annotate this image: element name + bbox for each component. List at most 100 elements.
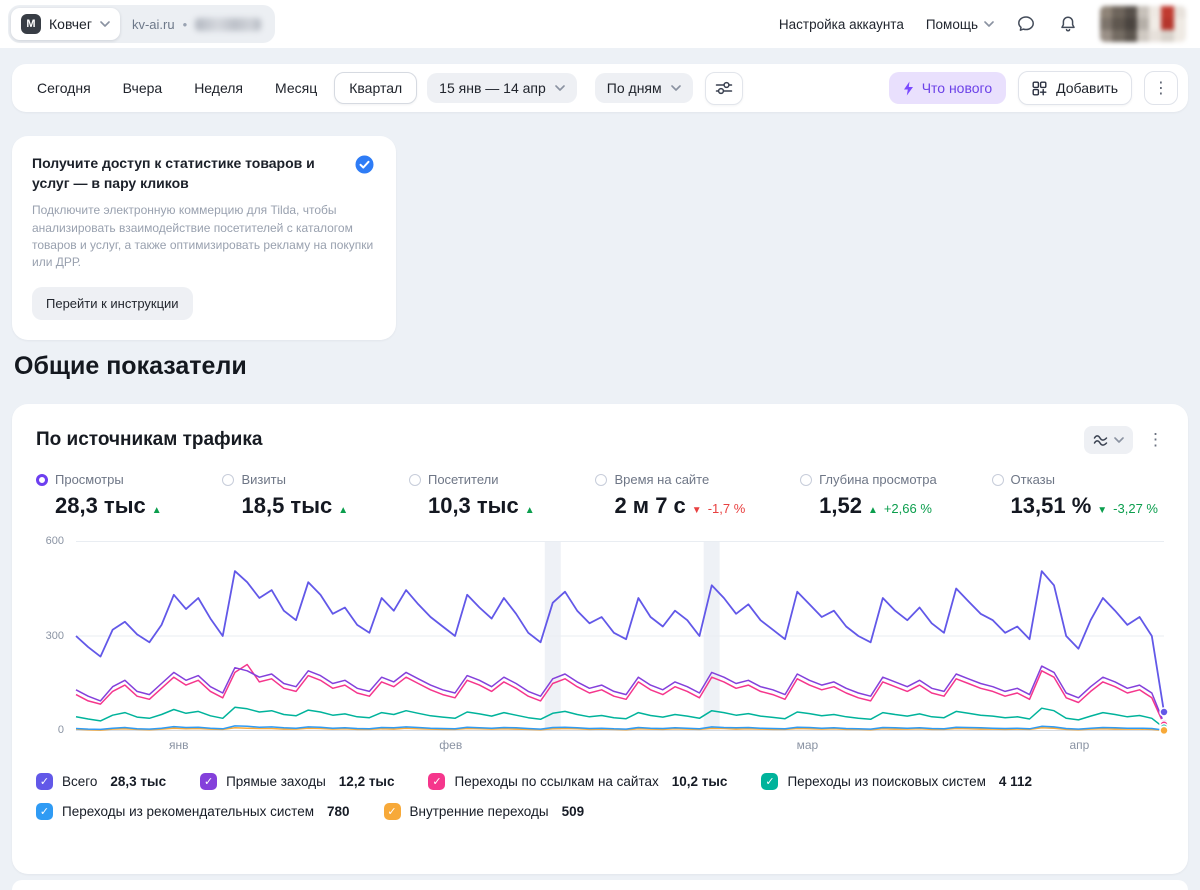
metric-pageviews[interactable]: Просмотры 28,3 тыс ▲ — [36, 472, 168, 519]
whats-new-label: Что нового — [921, 80, 993, 96]
chevron-down-icon — [1114, 436, 1124, 443]
widget-more-button[interactable]: ⋮ — [1147, 430, 1164, 450]
metric-label: Отказы — [1010, 472, 1055, 487]
metric-value: 18,5 тыс — [241, 493, 333, 518]
legend-value: 509 — [561, 804, 585, 819]
traffic-sources-widget: По источникам трафика ⋮ Просмотры 28,3 т… — [12, 404, 1188, 874]
period-tab-week[interactable]: Неделя — [179, 72, 258, 104]
legend-value: 12,2 тыс — [338, 774, 395, 789]
legend-value: 28,3 тыс — [110, 774, 167, 789]
checkbox-icon[interactable]: ✓ — [200, 773, 218, 790]
site-domain[interactable]: kv-ai.ru — [132, 17, 175, 32]
legend-label: Внутренние переходы — [409, 804, 549, 819]
metric-delta: -1,7 % — [707, 501, 746, 516]
promo-card: Получите доступ к статистике товаров и у… — [12, 136, 396, 340]
next-widget-partial — [12, 880, 1188, 890]
chevron-down-icon — [984, 20, 994, 27]
metric-value: 10,3 тыс — [427, 493, 519, 518]
legend-label: Переходы из рекомендательных систем — [62, 804, 314, 819]
topbar: М Ковчег kv-ai.ru • Настройка аккаунта П… — [0, 0, 1200, 48]
radio-icon[interactable] — [408, 473, 421, 486]
legend-item-recommendations[interactable]: ✓ Переходы из рекомендательных систем 78… — [36, 803, 350, 820]
trend-arrow-icon: ▲ — [867, 505, 878, 516]
filters-button[interactable] — [704, 71, 743, 105]
chevron-down-icon — [554, 84, 565, 91]
bell-icon[interactable] — [1058, 14, 1078, 34]
metric-label: Визиты — [241, 472, 286, 487]
date-range-picker[interactable]: 15 янв — 14 апр — [427, 73, 577, 103]
help-label: Помощь — [925, 16, 978, 32]
x-tick: фев — [439, 738, 463, 752]
counter-selector[interactable]: М Ковчег — [11, 8, 120, 40]
metric-visitors[interactable]: Посетители 10,3 тыс ▲ — [408, 472, 541, 519]
metric-value: 1,52 — [819, 493, 862, 518]
metric-label: Глубина просмотра — [819, 472, 937, 487]
help-menu[interactable]: Помощь — [926, 17, 994, 32]
chevron-down-icon — [670, 84, 681, 91]
metric-delta: +2,66 % — [883, 501, 932, 516]
metric-selector: Просмотры 28,3 тыс ▲ Визиты 18,5 тыс ▲ Пос… — [36, 472, 1164, 519]
x-tick: апр — [1069, 738, 1090, 752]
legend-label: Переходы из поисковых систем — [787, 774, 986, 789]
period-tab-today[interactable]: Сегодня — [22, 72, 106, 104]
avatar[interactable] — [1100, 6, 1186, 42]
traffic-line-chart[interactable]: 600 300 0 янв фев мар апр — [36, 535, 1169, 755]
whats-new-button[interactable]: Что нового — [888, 72, 1007, 104]
chart-type-button[interactable] — [1084, 426, 1133, 454]
checkbox-icon[interactable]: ✓ — [428, 773, 446, 790]
metric-bounce-rate[interactable]: Отказы 13,51 % ▼ -3,27 % — [991, 472, 1158, 519]
metric-visits[interactable]: Визиты 18,5 тыс ▲ — [222, 472, 354, 519]
radio-icon[interactable] — [36, 473, 48, 486]
metric-label: Посетители — [427, 472, 499, 487]
period-tab-yesterday[interactable]: Вчера — [108, 72, 178, 104]
legend-item-site-links[interactable]: ✓ Переходы по ссылкам на сайтах 10,2 тыс — [428, 773, 727, 790]
metric-depth[interactable]: Глубина просмотра 1,52 ▲ +2,66 % — [800, 472, 937, 519]
metric-value: 28,3 тыс — [55, 493, 146, 518]
promo-cta-button[interactable]: Перейти к инструкции — [32, 286, 193, 320]
chevron-down-icon — [100, 20, 110, 27]
y-tick: 300 — [45, 630, 64, 642]
metric-value: 13,51 % — [1010, 493, 1092, 518]
checkbox-icon[interactable]: ✓ — [383, 803, 401, 820]
radio-icon[interactable] — [800, 473, 813, 486]
chat-icon[interactable] — [1016, 14, 1036, 34]
promo-title: Получите доступ к статистике товаров и у… — [32, 155, 315, 191]
verified-check-icon — [355, 155, 374, 174]
counter-switcher: М Ковчег kv-ai.ru • — [8, 5, 276, 43]
metric-delta: -3,27 % — [1113, 501, 1158, 516]
toolbar-more-button[interactable]: ⋮ — [1144, 71, 1178, 105]
metrica-logo-icon: М — [21, 14, 41, 34]
add-widget-button[interactable]: Добавить — [1018, 71, 1132, 105]
promo-description: Подключите электронную коммерцию для Til… — [32, 203, 374, 270]
grouping-select[interactable]: По дням — [594, 73, 693, 103]
checkbox-icon[interactable]: ✓ — [36, 803, 53, 820]
legend-item-direct[interactable]: ✓ Прямые заходы 12,2 тыс — [200, 773, 394, 790]
checkbox-icon[interactable]: ✓ — [761, 773, 779, 790]
legend-item-internal[interactable]: ✓ Внутренние переходы 509 — [383, 803, 585, 820]
x-tick: янв — [169, 738, 189, 752]
x-tick: мар — [796, 738, 819, 752]
chart-canvas[interactable] — [75, 541, 1169, 736]
x-axis: янв фев мар апр — [76, 731, 1164, 755]
sliders-icon — [715, 81, 732, 95]
waves-icon — [1093, 435, 1108, 446]
y-tick: 600 — [45, 535, 64, 547]
radio-icon[interactable] — [222, 473, 235, 486]
legend-label: Переходы по ссылкам на сайтах — [454, 774, 659, 789]
trend-arrow-icon: ▲ — [338, 505, 349, 516]
period-tab-month[interactable]: Месяц — [260, 72, 332, 104]
radio-icon[interactable] — [595, 473, 608, 486]
legend-item-total[interactable]: ✓ Всего 28,3 тыс — [36, 773, 166, 790]
legend-value: 10,2 тыс — [671, 774, 728, 789]
legend-item-search[interactable]: ✓ Переходы из поисковых систем 4 112 — [761, 773, 1032, 790]
kebab-icon: ⋮ — [1153, 80, 1169, 97]
trend-arrow-icon: ▲ — [524, 505, 535, 516]
period-tab-quarter[interactable]: Квартал — [334, 72, 418, 104]
legend-value: 780 — [327, 804, 350, 819]
radio-icon[interactable] — [991, 473, 1004, 486]
add-label: Добавить — [1056, 80, 1118, 96]
trend-arrow-icon: ▲ — [151, 505, 162, 516]
account-settings-link[interactable]: Настройка аккаунта — [779, 17, 904, 32]
metric-time-on-site[interactable]: Время на сайте 2 м 7 с ▼ -1,7 % — [595, 472, 745, 519]
checkbox-icon[interactable]: ✓ — [36, 773, 53, 790]
